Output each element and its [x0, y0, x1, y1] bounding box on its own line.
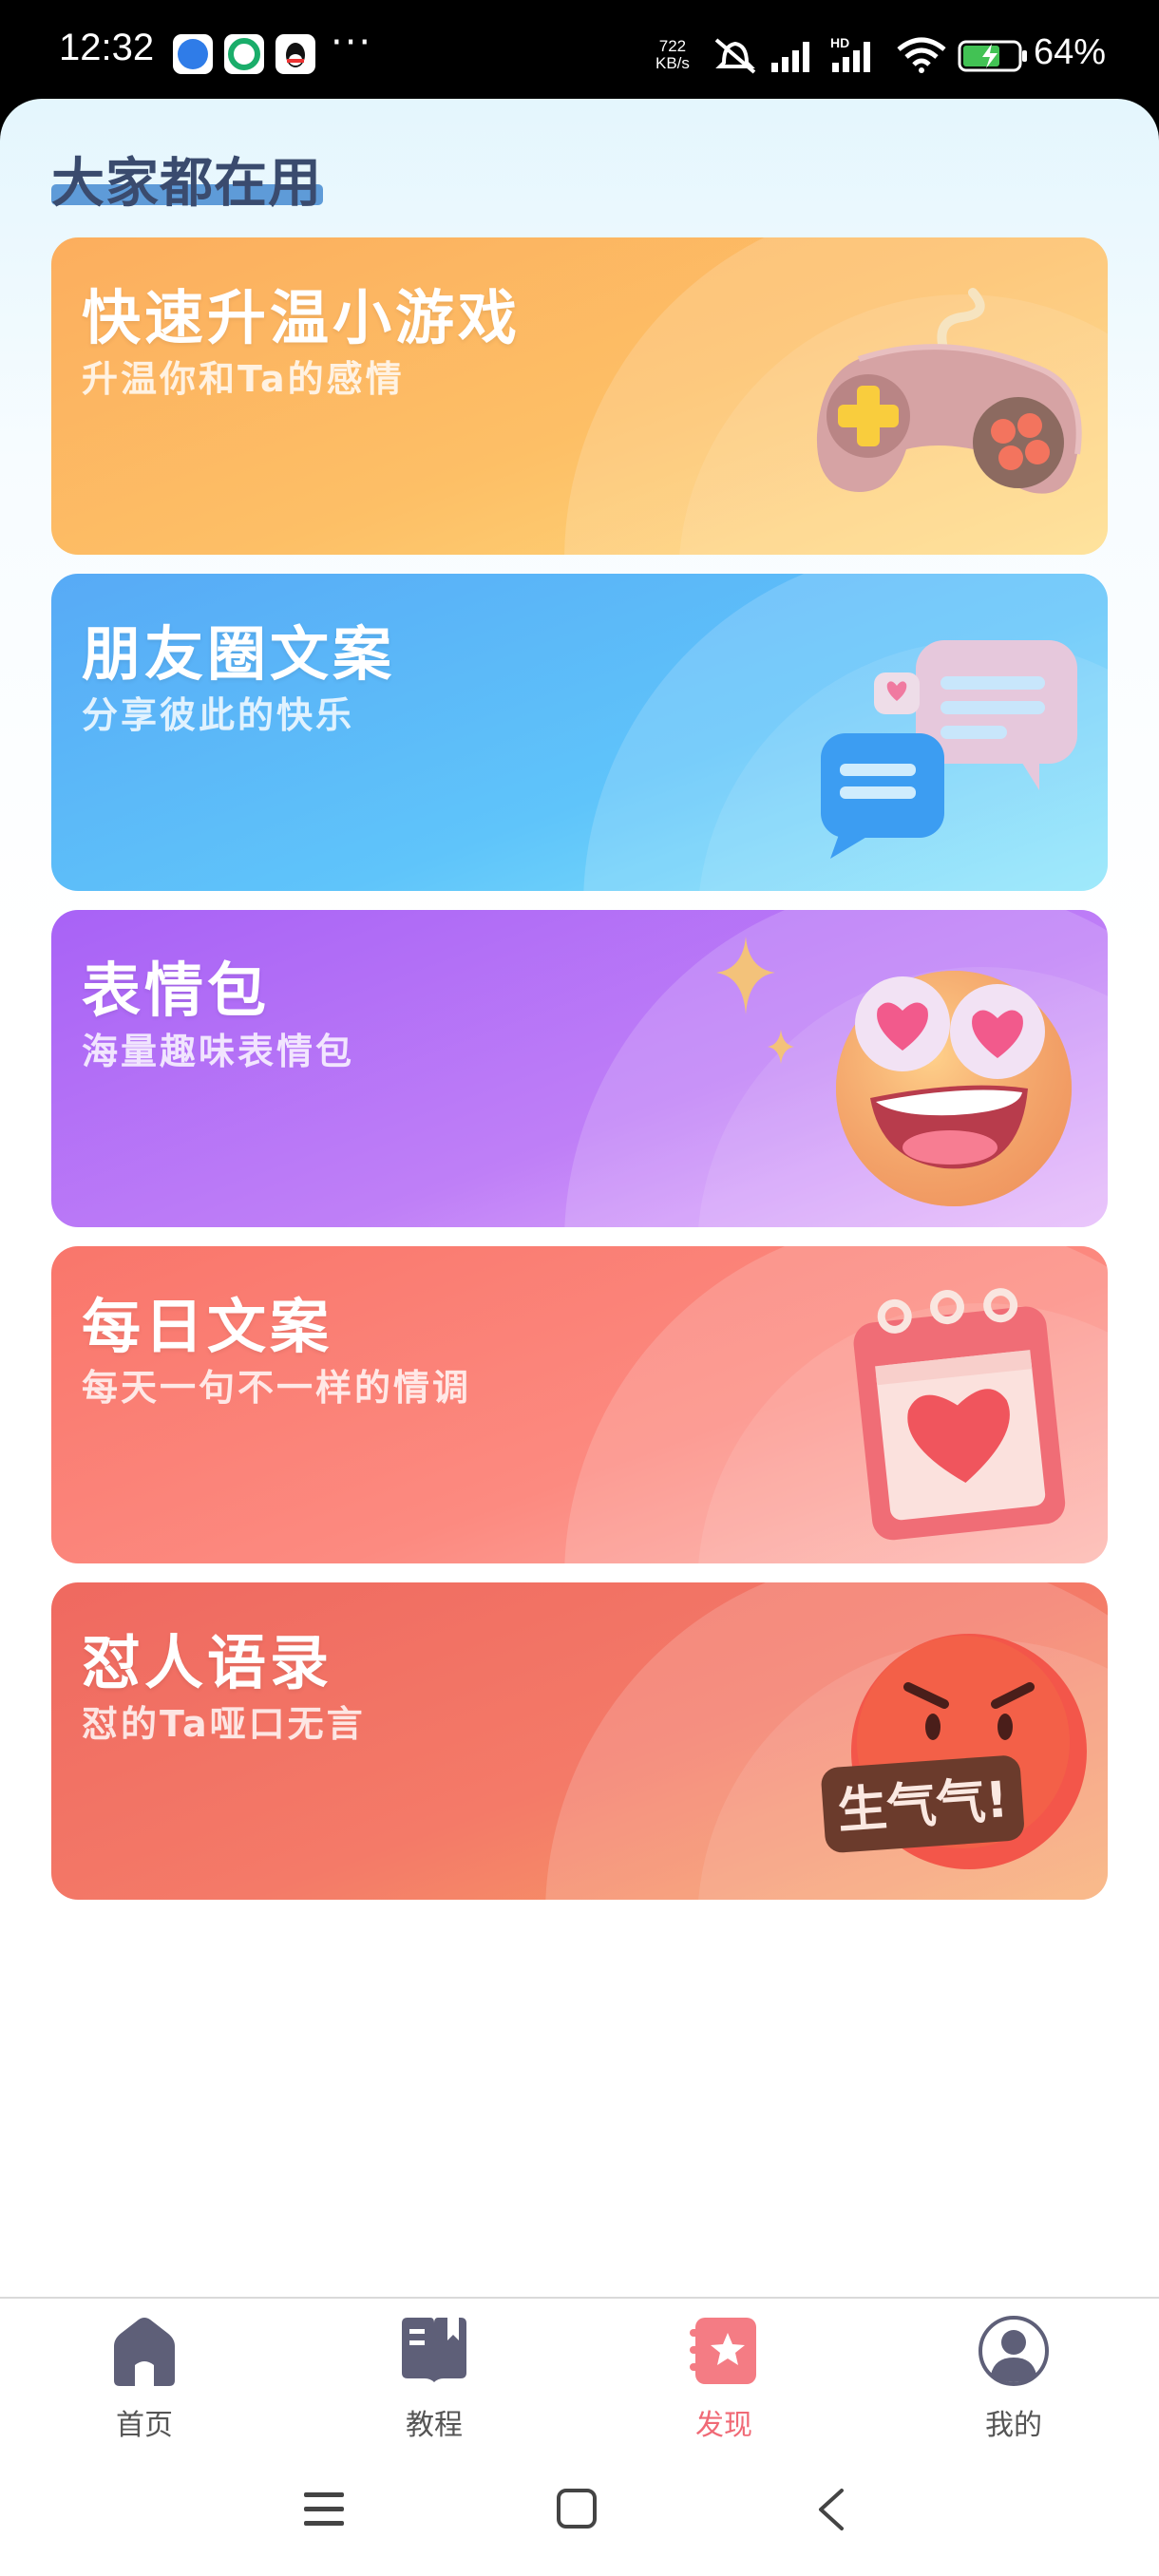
- wifi-icon: [897, 37, 946, 73]
- card-subtitle: 海量趣味表情包: [82, 1031, 355, 1072]
- profile-icon: [978, 2316, 1049, 2386]
- heart-calendar-icon: [853, 1288, 1066, 1541]
- chat-bubbles-icon: [821, 640, 1077, 859]
- discover-page: 大家都在用 快速升温小游戏 升温你和Ta的感情 朋友圈文案 分享彼此的快乐 表情…: [0, 99, 1159, 2576]
- tab-label: 我的: [985, 2409, 1042, 2442]
- card-title: 朋友圈文案: [82, 619, 396, 689]
- card-title: 每日文案: [82, 1292, 333, 1361]
- card-comeback-quotes[interactable]: 怼人语录 怼的Ta哑口无言 生气气!: [51, 1582, 1108, 1900]
- home-button-icon[interactable]: [555, 2487, 598, 2530]
- card-title: 怼人语录: [82, 1628, 333, 1697]
- section-title: 大家都在用: [51, 153, 322, 215]
- card-subtitle: 怼的Ta哑口无言: [82, 1703, 366, 1745]
- card-title: 表情包: [82, 956, 271, 1025]
- more-icon: ···: [331, 21, 373, 65]
- battery-percent: 64%: [1034, 32, 1107, 72]
- tab-label: 首页: [116, 2409, 173, 2442]
- card-moments-copy[interactable]: 朋友圈文案 分享彼此的快乐: [51, 574, 1108, 891]
- battery-charging-icon: [958, 40, 1027, 72]
- tab-label: 发现: [695, 2409, 752, 2442]
- discover-star-icon: [690, 2318, 756, 2384]
- tab-discover[interactable]: 发现: [629, 2314, 819, 2447]
- menu-icon[interactable]: [302, 2489, 346, 2530]
- mute-icon: [714, 38, 756, 74]
- tab-tutorial[interactable]: 教程: [339, 2314, 529, 2447]
- sparkle-icon: [768, 1030, 794, 1064]
- book-icon: [402, 2318, 466, 2382]
- card-stickers[interactable]: 表情包 海量趣味表情包: [51, 910, 1108, 1227]
- status-time: 12:32: [59, 27, 155, 68]
- angry-label: 生气气!: [836, 1771, 1010, 1840]
- tab-home[interactable]: 首页: [49, 2314, 239, 2447]
- section-header: 大家都在用: [51, 141, 323, 218]
- card-subtitle: 分享彼此的快乐: [82, 694, 355, 736]
- angry-face-icon: 生气气!: [821, 1634, 1087, 1869]
- back-icon[interactable]: [813, 2487, 851, 2532]
- svg-text:HD: HD: [830, 35, 849, 50]
- net-speed: 722 KB/s: [656, 37, 690, 72]
- sparkle-icon: [716, 937, 775, 1014]
- card-subtitle: 每天一句不一样的情调: [82, 1367, 472, 1409]
- status-bar: 12:32 ··· 722 KB/s HD 64%: [0, 0, 1159, 104]
- qq-icon: [276, 34, 315, 74]
- tab-mine[interactable]: 我的: [919, 2314, 1109, 2447]
- heart-eyes-emoji-icon: [836, 971, 1072, 1206]
- system-nav-bar: [0, 2451, 1159, 2576]
- tab-label: 教程: [406, 2409, 463, 2442]
- signal-icon: [771, 42, 809, 72]
- gamepad-icon: [816, 288, 1082, 494]
- browser-icon: [173, 34, 213, 74]
- card-title: 快速升温小游戏: [82, 283, 522, 352]
- home-icon: [114, 2318, 175, 2386]
- signal-hd-icon: HD: [830, 35, 870, 72]
- card-subtitle: 升温你和Ta的感情: [82, 358, 405, 400]
- card-warmup-games[interactable]: 快速升温小游戏 升温你和Ta的感情: [51, 237, 1108, 555]
- bottom-nav: 首页 教程 发现 我的: [0, 2297, 1159, 2453]
- card-daily-copy[interactable]: 每日文案 每天一句不一样的情调: [51, 1246, 1108, 1563]
- app-icon: [224, 34, 264, 74]
